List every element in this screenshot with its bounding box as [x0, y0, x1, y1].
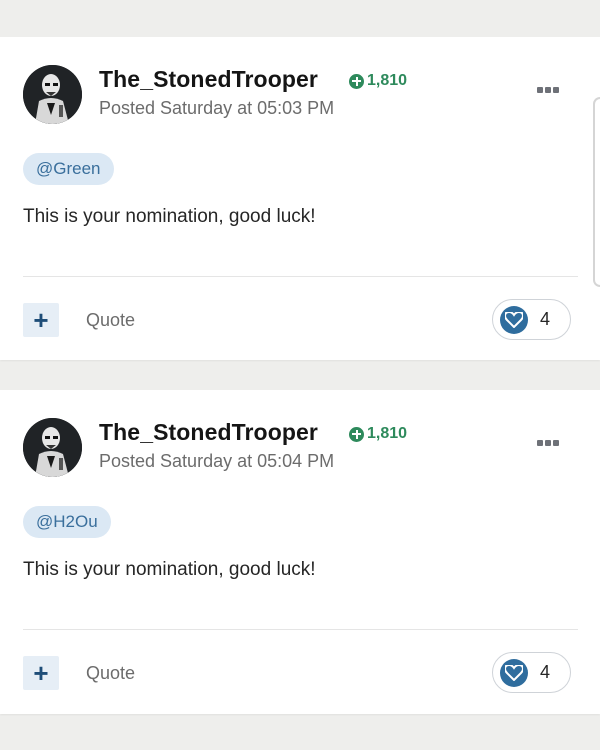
username[interactable]: The_StonedTrooper: [99, 419, 318, 446]
post-timestamp[interactable]: Posted Saturday at 05:04 PM: [99, 451, 334, 472]
mention-tag[interactable]: @H2Ou: [23, 506, 111, 538]
reaction-button[interactable]: 4: [492, 652, 571, 693]
heart-icon: [500, 306, 528, 334]
post-card: The_StonedTrooper 1,810 Posted Saturday …: [0, 390, 600, 714]
stormtrooper-avatar-icon: [23, 65, 82, 124]
plus-icon: +: [33, 305, 49, 335]
post-card: The_StonedTrooper 1,810 Posted Saturday …: [0, 37, 600, 360]
mention-tag[interactable]: @Green: [23, 153, 114, 185]
divider: [23, 629, 578, 630]
avatar[interactable]: [23, 418, 82, 477]
avatar[interactable]: [23, 65, 82, 124]
scroll-edge: [593, 97, 600, 287]
reaction-button[interactable]: 4: [492, 299, 571, 340]
post-content: This is your nomination, good luck!: [23, 559, 316, 580]
username[interactable]: The_StonedTrooper: [99, 66, 318, 93]
post-timestamp[interactable]: Posted Saturday at 05:03 PM: [99, 98, 334, 119]
post-content: This is your nomination, good luck!: [23, 206, 316, 227]
multiquote-button[interactable]: +: [23, 656, 59, 690]
multiquote-button[interactable]: +: [23, 303, 59, 337]
reaction-count: 4: [540, 662, 551, 682]
reputation-badge: 1,810: [349, 425, 407, 443]
reputation-badge: 1,810: [349, 72, 407, 90]
plus-circle-icon: [349, 73, 364, 89]
ellipsis-icon[interactable]: [537, 440, 559, 446]
divider: [23, 276, 578, 277]
heart-icon: [500, 659, 528, 687]
quote-button[interactable]: Quote: [86, 663, 135, 684]
stormtrooper-avatar-icon: [23, 418, 82, 477]
plus-icon: +: [33, 658, 49, 688]
reaction-count: 4: [540, 309, 551, 329]
quote-button[interactable]: Quote: [86, 310, 135, 331]
reputation-count: 1,810: [367, 72, 408, 89]
plus-circle-icon: [349, 426, 364, 442]
ellipsis-icon[interactable]: [537, 87, 559, 93]
reputation-count: 1,810: [367, 425, 408, 442]
